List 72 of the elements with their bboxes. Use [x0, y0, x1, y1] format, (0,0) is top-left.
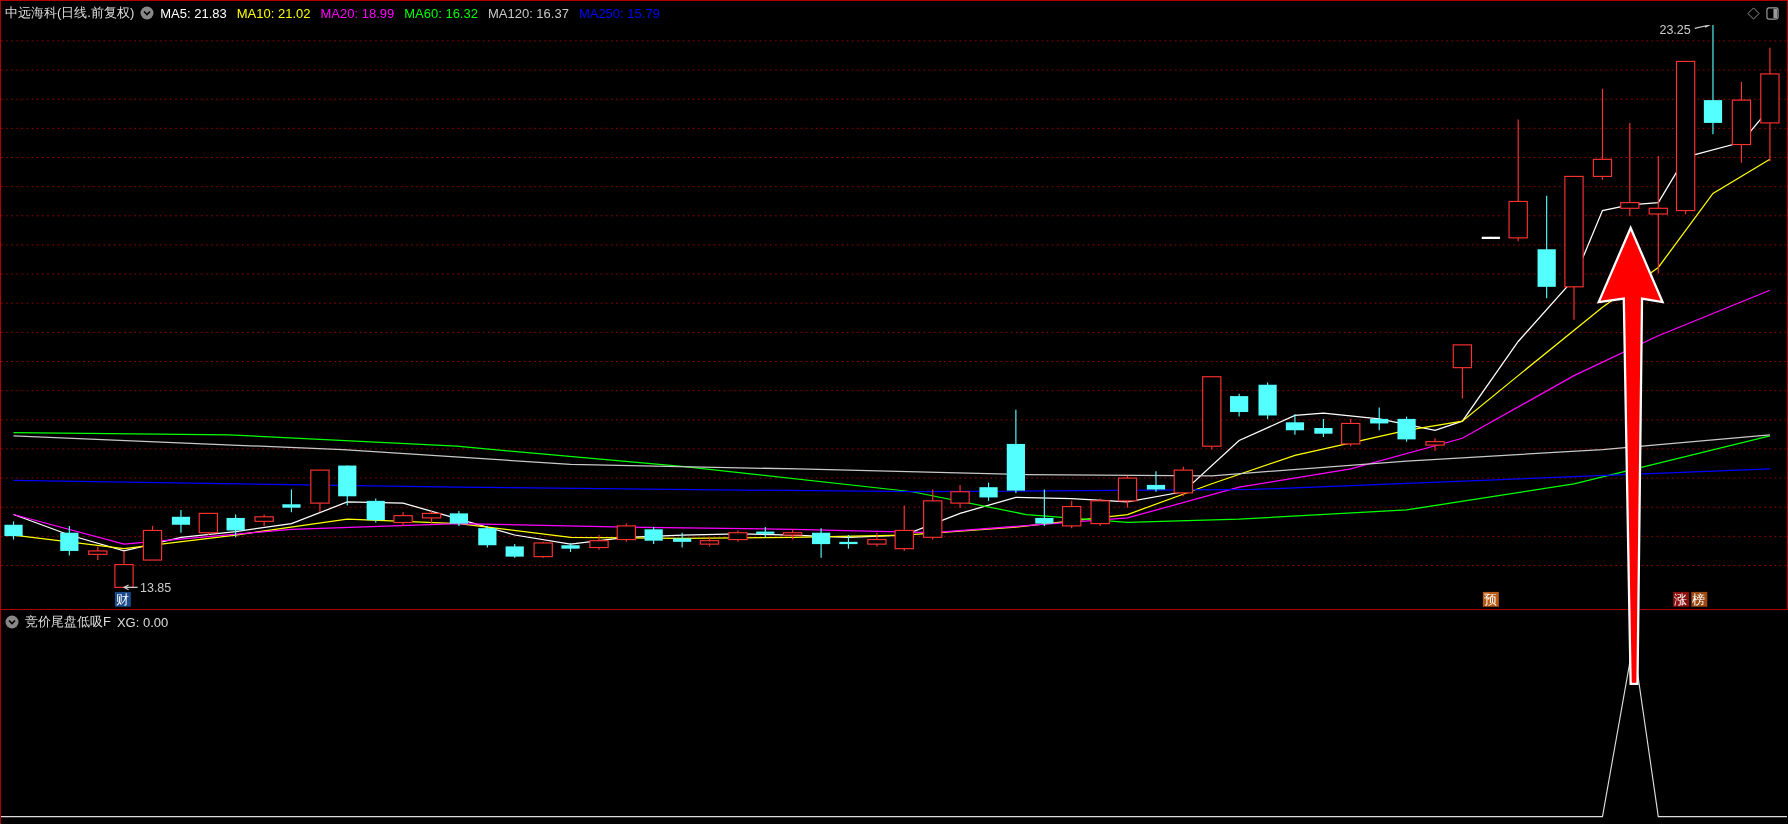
candlestick	[1425, 437, 1445, 452]
candlestick	[310, 469, 330, 513]
candlestick	[894, 504, 914, 552]
candlestick	[782, 528, 803, 541]
price-label: 13.85	[139, 580, 172, 595]
candlestick	[1035, 488, 1054, 527]
indicator-value: XG: 0.00	[116, 614, 169, 630]
candlestick	[756, 526, 775, 538]
candlestick	[867, 532, 887, 547]
candlestick	[812, 527, 831, 559]
price-label: 23.25	[1659, 25, 1691, 38]
candlestick	[393, 511, 413, 527]
candlestick	[114, 550, 134, 588]
indicator-name: 竞价尾盘低吸F	[25, 613, 111, 631]
candlestick	[1146, 470, 1166, 493]
candlestick	[1285, 413, 1305, 436]
candlestick	[226, 513, 245, 538]
candlestick	[60, 525, 79, 557]
diamond-icon[interactable]	[1747, 6, 1760, 20]
candlestick	[171, 509, 191, 534]
candlestick	[561, 542, 580, 553]
candlestick	[1090, 498, 1110, 527]
candlestick	[88, 545, 108, 561]
candlestick	[254, 513, 274, 527]
candlestick	[950, 484, 970, 509]
candlestick	[1452, 344, 1473, 399]
candlestick	[1117, 475, 1138, 509]
event-marker: 财	[114, 591, 131, 608]
candlestick	[1062, 500, 1082, 529]
candlestick	[478, 525, 497, 549]
panel-toggle-icon[interactable]	[1766, 6, 1779, 20]
candlestick	[728, 529, 748, 543]
moving-average-value: MA20: 18.99	[320, 5, 395, 21]
candlestick	[421, 510, 442, 525]
candlestick	[644, 526, 663, 545]
candlestick	[1341, 418, 1361, 447]
candlestick	[505, 543, 524, 559]
candlestick	[4, 520, 23, 541]
candlestick	[1173, 466, 1193, 497]
candlestick	[923, 488, 943, 541]
event-marker: 预	[1482, 591, 1499, 608]
stock-title: 中远海科(日线.前复权)	[5, 4, 135, 22]
candlestick	[1370, 406, 1389, 431]
candlestick	[616, 523, 636, 543]
candlestick	[338, 465, 357, 506]
candlestick	[979, 482, 998, 502]
pointer-arrow	[122, 584, 139, 591]
event-marker: 榜	[1691, 591, 1708, 608]
collapse-icon[interactable]	[5, 615, 19, 629]
candlestick	[1481, 236, 1500, 240]
candlestick	[1397, 416, 1416, 443]
candlestick	[282, 488, 301, 513]
pointer-arrow	[1694, 25, 1711, 29]
candlestick	[1314, 418, 1333, 438]
candlestick	[533, 541, 553, 559]
moving-average-value: MA120: 16.37	[487, 5, 569, 21]
candlestick	[589, 534, 609, 551]
candlestick	[366, 498, 385, 524]
moving-average-value: MA250: 15.79	[578, 5, 660, 21]
candlestick	[673, 532, 692, 549]
candlestick	[1258, 381, 1277, 420]
moving-average-value: MA5: 21.83	[160, 5, 227, 21]
candlestick	[1230, 393, 1249, 418]
candlestick	[198, 512, 218, 536]
collapse-icon[interactable]	[140, 6, 155, 20]
candlestick	[839, 534, 858, 550]
candlestick	[449, 510, 468, 527]
candlestick	[142, 525, 163, 561]
moving-average-value: MA60: 16.32	[404, 5, 478, 21]
candlestick	[699, 536, 720, 547]
moving-average-value: MA10: 21.02	[236, 5, 311, 21]
event-marker: 涨	[1673, 591, 1690, 608]
